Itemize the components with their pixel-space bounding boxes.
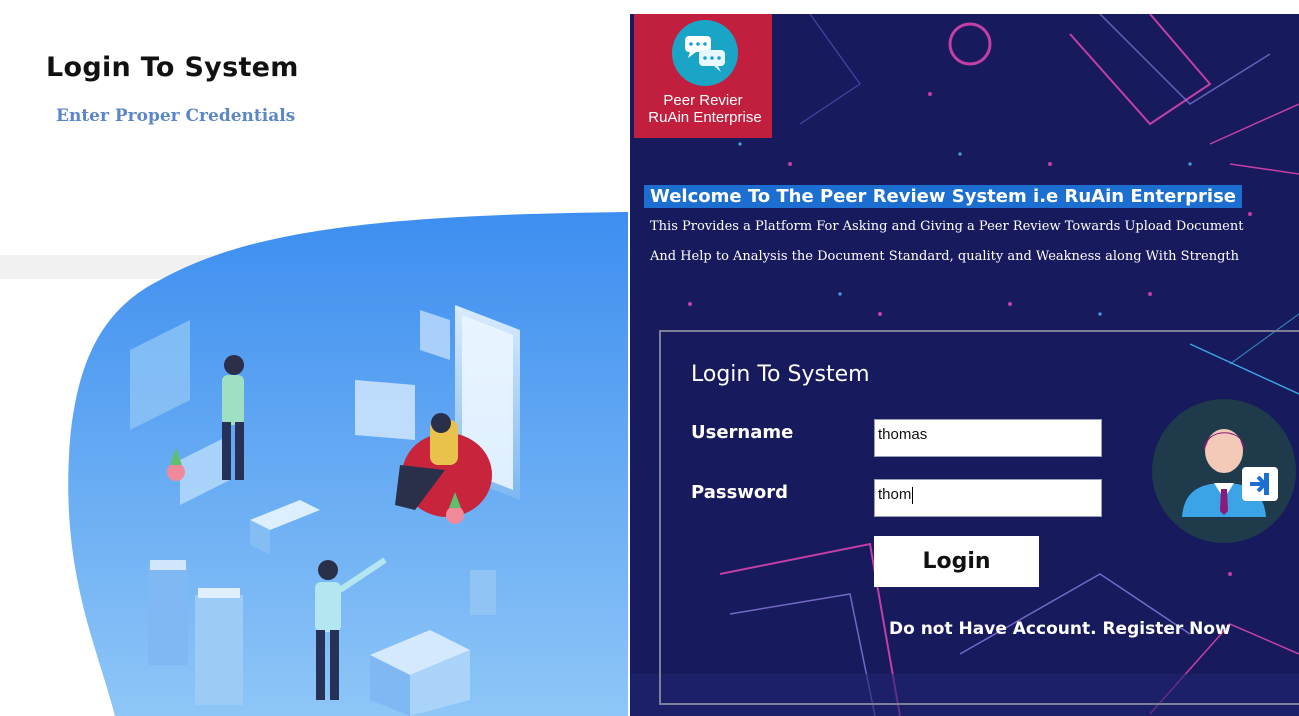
description-line-2: And Help to Analysis the Document Standa… [650, 249, 1239, 264]
login-title: Login To System [691, 362, 870, 387]
user-login-icon [1152, 399, 1299, 549]
username-label: Username [691, 422, 794, 443]
password-label: Password [691, 482, 789, 503]
isometric-illustration [68, 212, 628, 716]
page-subtitle: Enter Proper Credentials [56, 106, 296, 126]
right-pane: Peer Revier RuAin Enterprise Welcome To … [630, 14, 1299, 716]
description-line-1: This Provides a Platform For Asking and … [650, 219, 1244, 234]
register-link[interactable]: Do not Have Account. Register Now [889, 619, 1231, 639]
logo-line-2: RuAin Enterprise [648, 109, 762, 126]
chat-bubbles-icon [672, 20, 738, 86]
username-input[interactable]: thomas [874, 419, 1102, 457]
password-input[interactable]: thom [874, 479, 1102, 517]
left-pane: Login To System Enter Proper Credentials [0, 0, 628, 716]
app-logo: Peer Revier RuAin Enterprise [634, 14, 772, 138]
welcome-banner: Welcome To The Peer Review System i.e Ru… [644, 185, 1243, 208]
text-caret [912, 486, 914, 504]
username-value: thomas [878, 426, 928, 443]
page-title: Login To System [46, 52, 299, 83]
logo-line-1: Peer Revier [663, 92, 743, 109]
password-value: thom [878, 486, 912, 503]
login-button[interactable]: Login [874, 536, 1039, 587]
